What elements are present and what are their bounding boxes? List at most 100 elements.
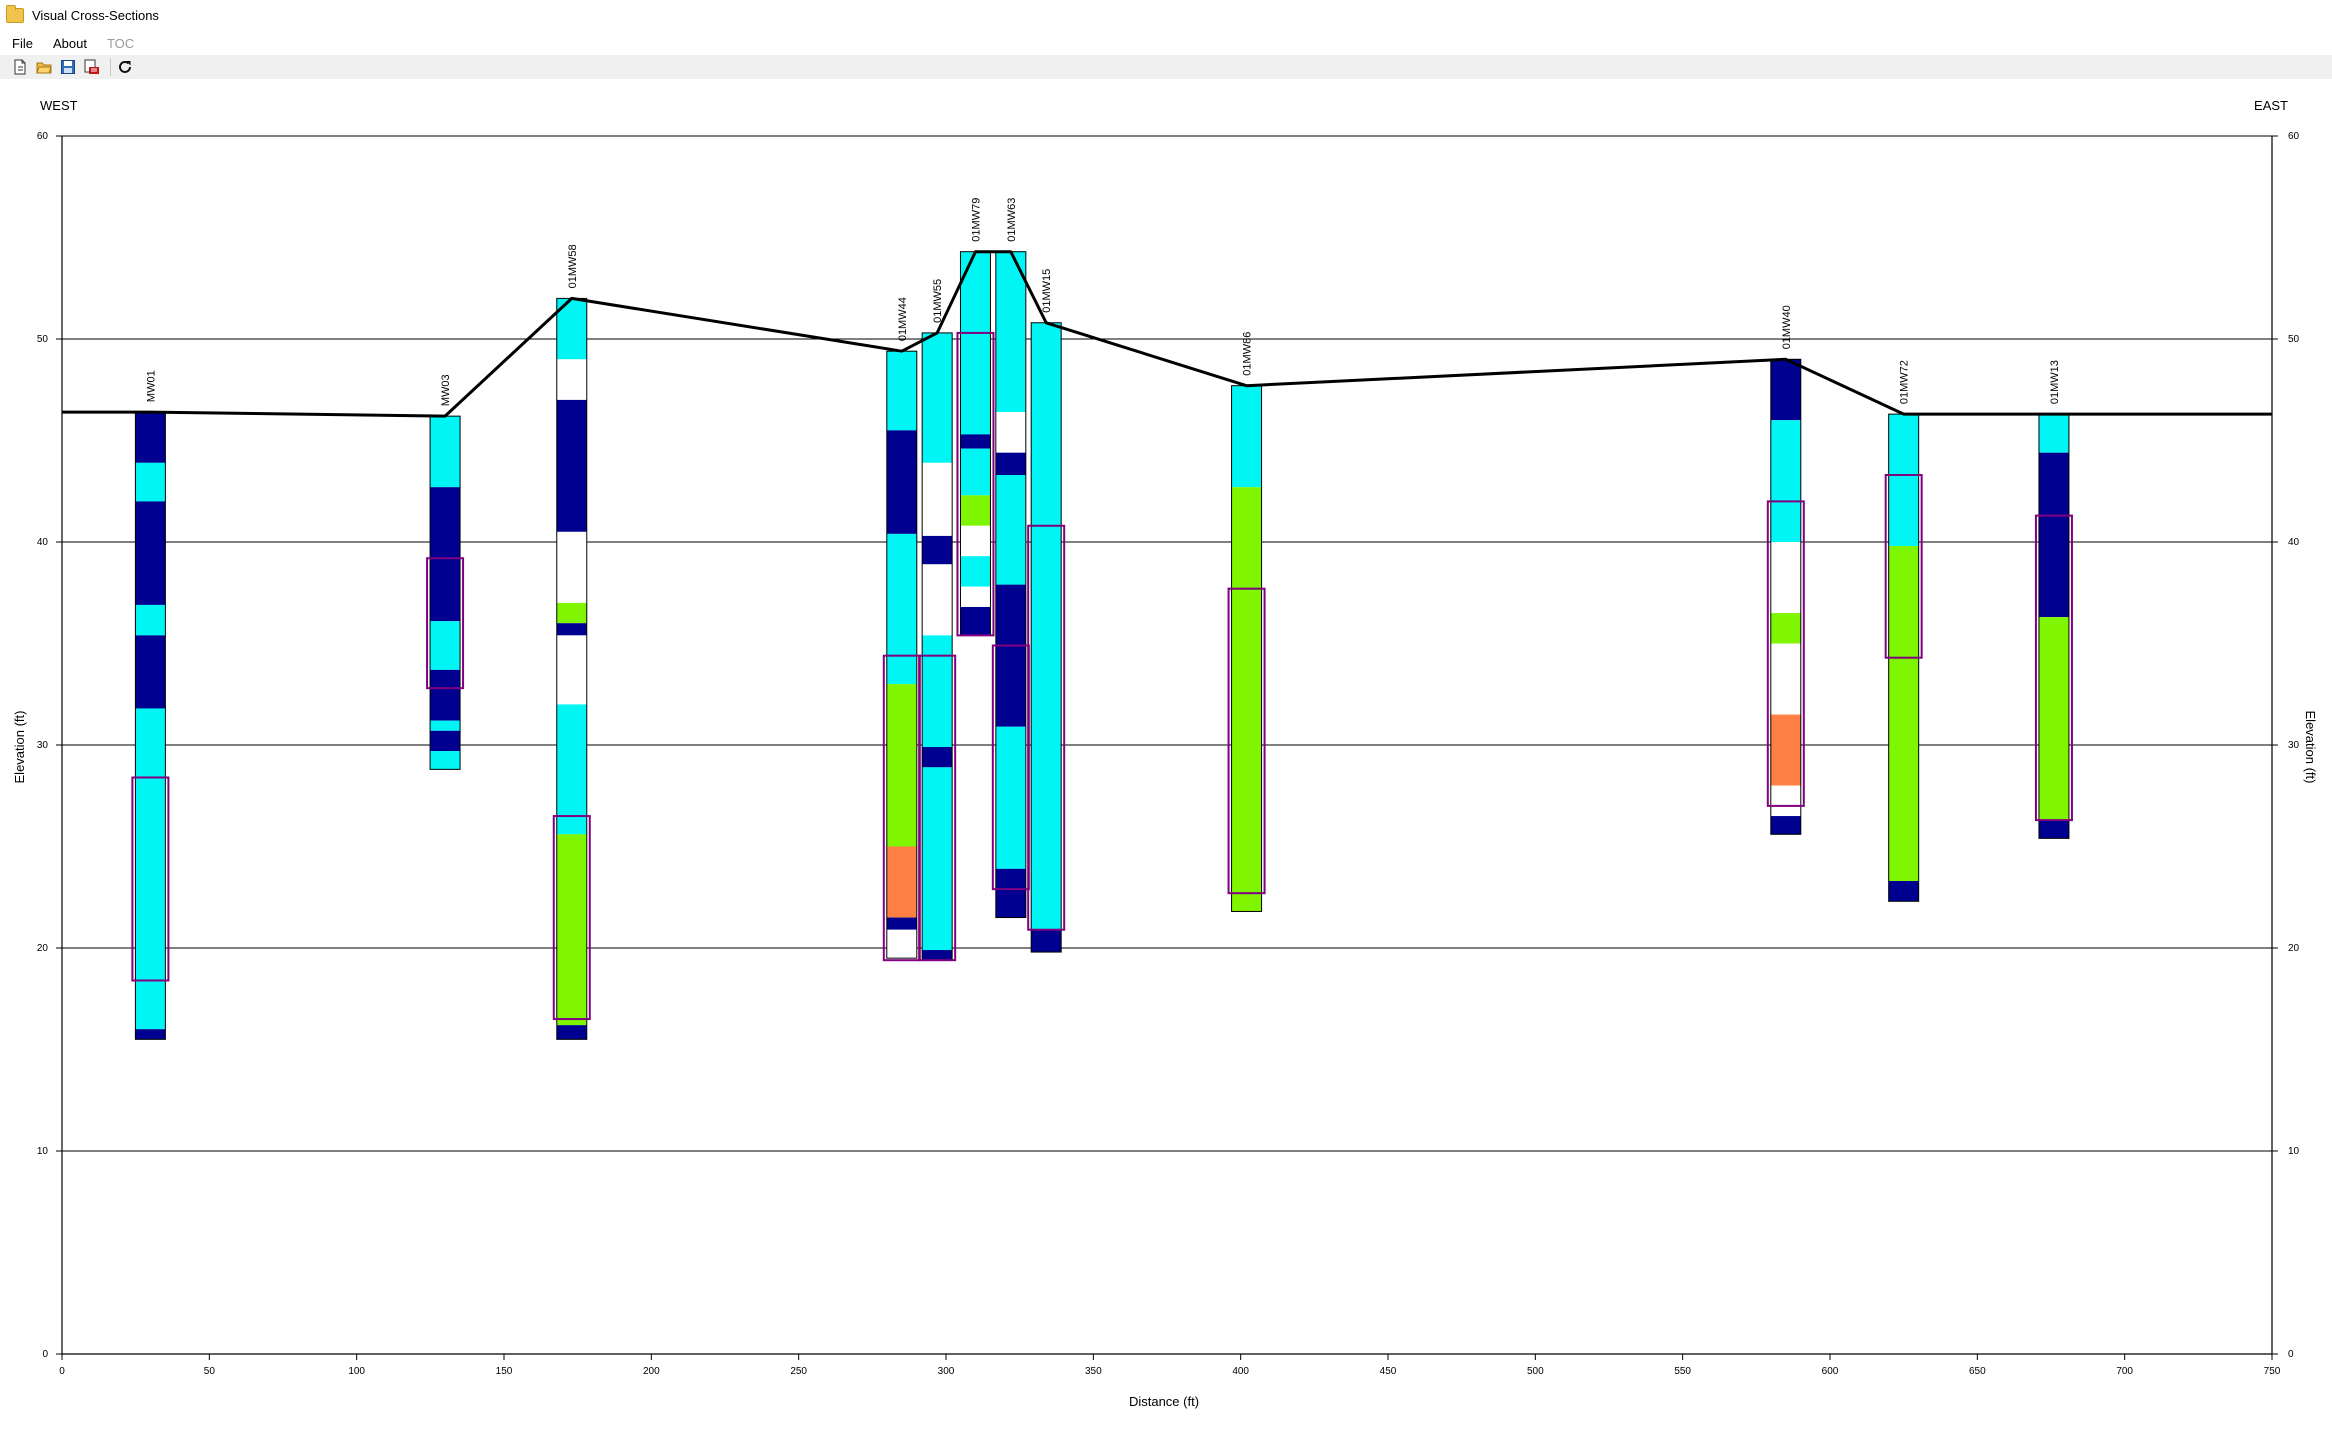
well-layer	[1770, 420, 1801, 542]
ground-surface-line	[62, 250, 2272, 418]
well-layer	[1888, 881, 1919, 902]
well-layer	[922, 564, 953, 636]
well-layer	[960, 251, 991, 435]
well-layer	[1770, 613, 1801, 644]
well-layer	[886, 929, 917, 959]
x-tick-label: 600	[1822, 1366, 1839, 1377]
grid-lines	[62, 135, 2272, 1152]
refresh-icon[interactable]	[115, 57, 135, 77]
well-layer	[1888, 475, 1919, 547]
well-label: 01MW13	[2049, 360, 2061, 404]
well-layer	[2038, 617, 2069, 821]
well: 01MW55	[918, 279, 957, 962]
well-layer	[2038, 820, 2069, 839]
well-layer	[960, 495, 991, 526]
x-tick-label: 200	[643, 1366, 660, 1377]
well: 01MW58	[552, 244, 591, 1040]
chart-svg: WEST EAST Distance (ft) Elevation (ft) E…	[12, 98, 2318, 1409]
well-layer	[556, 359, 587, 400]
y-tick-label: 10	[37, 1146, 49, 1157]
well-layer	[1770, 785, 1801, 817]
well-label: 01MW86	[1242, 332, 1254, 376]
well-layer	[556, 531, 587, 603]
surface-layer	[62, 250, 2272, 418]
well-layer	[886, 533, 917, 685]
well-label: MW01	[145, 370, 157, 402]
well-layer	[886, 351, 917, 431]
well-layer	[922, 332, 953, 463]
well: 01MW79	[956, 198, 995, 637]
menu-file[interactable]: File	[4, 36, 41, 51]
pdf-export-icon[interactable]	[82, 57, 102, 77]
well-label: 01MW63	[1006, 198, 1018, 242]
well-layer	[922, 535, 953, 565]
well-layer	[2038, 414, 2069, 453]
west-label: WEST	[40, 98, 78, 113]
well-layer	[922, 635, 953, 748]
well-layer	[922, 747, 953, 768]
y-tick-label-right: 40	[2288, 537, 2300, 548]
well: 01MW15	[1027, 269, 1066, 953]
x-tick-label: 250	[790, 1366, 807, 1377]
well-layer	[922, 767, 953, 951]
well-layer	[1770, 542, 1801, 614]
folder-icon	[6, 4, 24, 23]
well-layer	[1770, 816, 1801, 835]
well-layer	[922, 950, 953, 961]
y-tick-label: 40	[37, 537, 49, 548]
cross-section-chart: WEST EAST Distance (ft) Elevation (ft) E…	[0, 80, 2332, 1429]
x-tick-label: 400	[1232, 1366, 1249, 1377]
x-tick-label: 150	[496, 1366, 513, 1377]
title-bar: Visual Cross-Sections	[0, 0, 2332, 30]
y-tick-label-right: 10	[2288, 1146, 2300, 1157]
well-label: MW03	[440, 374, 452, 406]
well-layer	[430, 621, 461, 670]
toolbar-separator	[110, 58, 111, 76]
x-tick-label: 450	[1380, 1366, 1397, 1377]
x-tick-label: 750	[2264, 1366, 2281, 1377]
well-layer	[430, 751, 461, 770]
well-label: 01MW44	[897, 297, 909, 341]
menu-bar: File About TOC	[0, 32, 2332, 54]
well: 01MW44	[882, 297, 921, 962]
well-layer	[1770, 359, 1801, 421]
well-layer	[135, 635, 166, 709]
menu-toc[interactable]: TOC	[99, 36, 142, 51]
well-layer	[1888, 546, 1919, 882]
new-document-icon[interactable]	[10, 57, 30, 77]
y-tick-label: 30	[37, 740, 49, 751]
x-tick-label: 300	[938, 1366, 955, 1377]
well-layer	[556, 635, 587, 705]
x-tick-label: 50	[204, 1366, 216, 1377]
well-layer	[556, 704, 587, 835]
well-layer	[995, 868, 1026, 918]
well-label: 01MW58	[567, 244, 579, 288]
well-layer	[995, 726, 1026, 869]
save-icon[interactable]	[58, 57, 78, 77]
x-tick-label: 550	[1674, 1366, 1691, 1377]
open-folder-icon[interactable]	[34, 57, 54, 77]
wells-layer: MW01 MW03 01MW58 01MW44 01MW55 01MW79 01MW63 01…	[131, 198, 2073, 1040]
well-layer	[1231, 893, 1262, 912]
well-layer	[430, 487, 461, 622]
well: 01MW63	[991, 198, 1030, 919]
toolbar	[0, 55, 2332, 79]
x-tick-label: 100	[348, 1366, 365, 1377]
y-tick-label: 60	[37, 131, 49, 142]
menu-about[interactable]: About	[45, 36, 95, 51]
well-layer	[430, 669, 461, 721]
y-tick-label: 50	[37, 334, 49, 345]
well-label: 01MW55	[932, 279, 944, 323]
y-tick-label-right: 20	[2288, 943, 2300, 954]
well-layer	[556, 399, 587, 532]
well-layer	[135, 501, 166, 605]
well-label: 01MW40	[1781, 305, 1793, 349]
y-tick-label-right: 50	[2288, 334, 2300, 345]
well: MW01	[131, 370, 170, 1040]
window-title: Visual Cross-Sections	[32, 7, 159, 23]
well-layer	[1888, 414, 1919, 476]
well-layer	[995, 584, 1026, 727]
x-tick-label: 0	[59, 1366, 65, 1377]
x-tick-label: 650	[1969, 1366, 1986, 1377]
well-layer	[960, 525, 991, 557]
